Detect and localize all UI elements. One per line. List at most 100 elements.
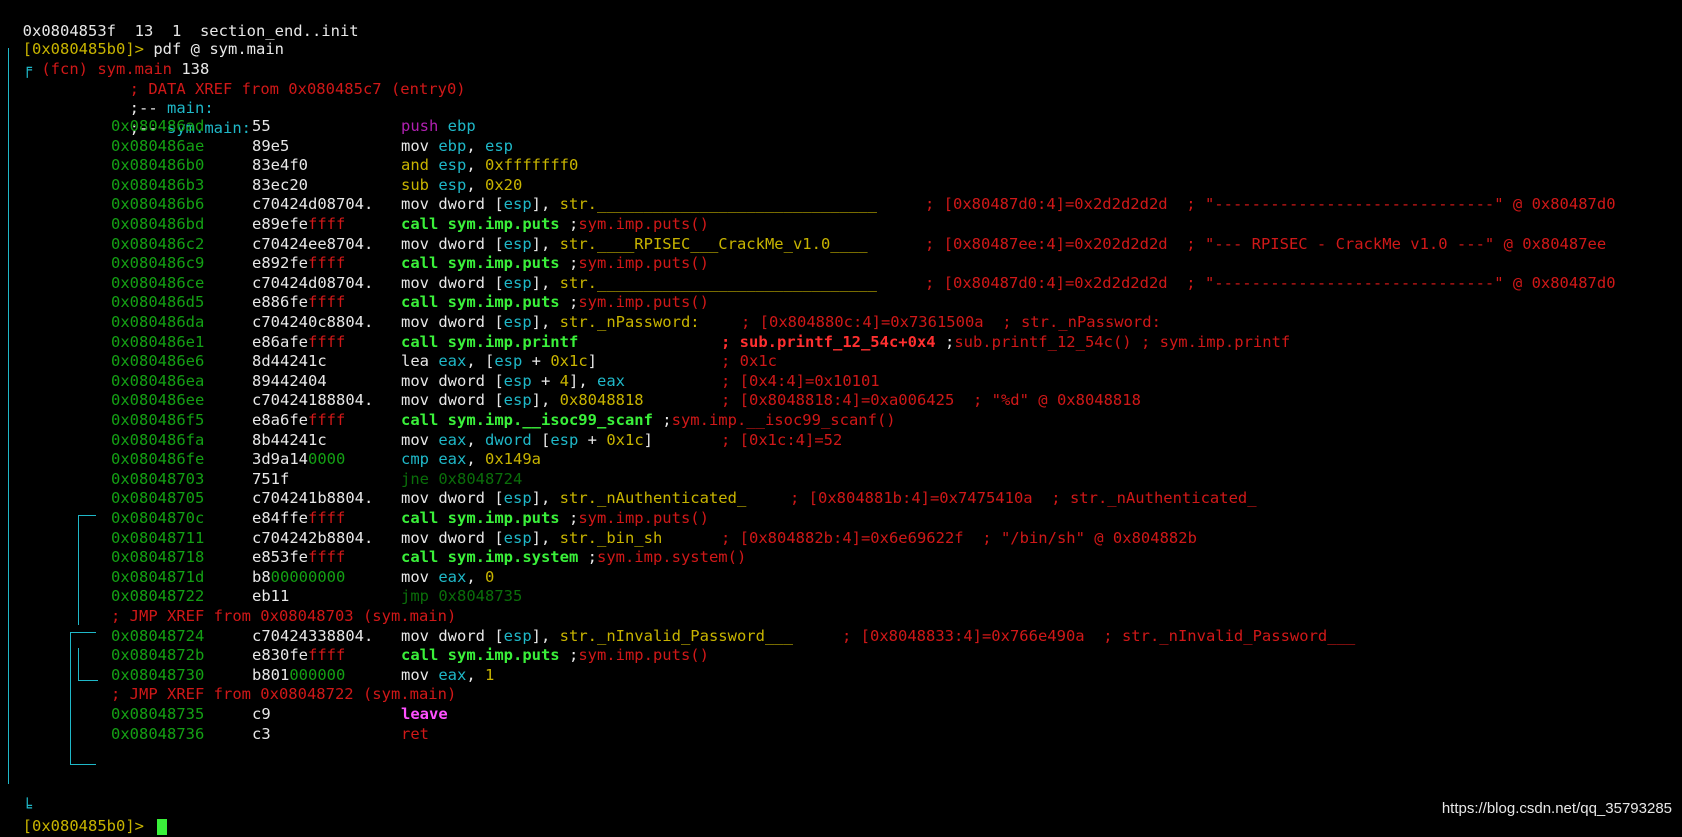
instruction-text: push ebp: [401, 116, 476, 137]
instruction-text: jmp 0x8048735: [401, 586, 522, 607]
bytes-head: e84ffe: [252, 509, 308, 527]
instruction-token: esp: [503, 391, 532, 410]
instruction-token: eax: [438, 352, 467, 371]
instruction-token: ,: [466, 430, 485, 449]
instruction-token: sym.imp.system(): [596, 548, 747, 567]
bytes-head: 89442404: [252, 371, 327, 390]
instruction-token: str._nInvalid_Password___: [559, 626, 793, 645]
instruction-token: sym.imp.puts(): [578, 215, 709, 233]
instruction-token: ;: [559, 646, 579, 665]
instruction-token: leave: [401, 705, 448, 723]
instruction-address: 0x080486fe: [111, 450, 205, 469]
instruction-comment: ; [0x8048833:4]=0x766e490a ; str._nInval…: [842, 626, 1355, 647]
instruction-token: sym.imp.puts(): [578, 254, 709, 273]
instruction-text: mov dword [esp + 4], eax: [401, 371, 625, 392]
instruction-comment: ; sub.printf_12_54c+0x4 ;sub.printf_12_5…: [721, 332, 1290, 353]
instruction-address: 0x080486ea: [111, 371, 205, 390]
instruction-token: call sym.imp.system: [401, 548, 579, 567]
instruction-bytes: 83ec20: [252, 175, 308, 196]
instruction-token: eax: [597, 371, 625, 390]
instruction-token: ],: [531, 626, 560, 645]
instruction-bytes: e86afeffff: [252, 332, 345, 353]
instruction-bytes: 83e4f0: [252, 155, 308, 176]
instruction-address: 0x08048730: [111, 665, 205, 684]
instruction-token: push: [401, 117, 439, 135]
instruction-token: eax: [438, 430, 467, 449]
comment-token: ; [0x80487d0:4]=0x2d2d2d2d ; "----------…: [925, 195, 1616, 214]
instruction-token: ,: [466, 450, 485, 469]
instruction-token: ,: [466, 175, 485, 194]
instruction-token: mov: [401, 665, 439, 684]
bytes-head: 83e4f0: [252, 156, 308, 175]
instruction-token: ],: [569, 371, 597, 390]
instruction-token: jmp 0x8048735: [401, 587, 523, 606]
instruction-token: ]: [643, 430, 654, 449]
instruction-bytes: 89e5: [252, 136, 289, 157]
instruction-comment: ; 0x1c: [721, 351, 777, 372]
instruction-bytes: c70424ee8704.: [252, 234, 373, 255]
instruction-token: mov dword [: [401, 195, 504, 214]
instruction-token: call sym.imp.puts: [401, 293, 560, 312]
instruction-token: str._bin_sh: [559, 528, 663, 547]
instruction-token: str.: [559, 273, 597, 292]
instruction-token: 0x20: [485, 175, 523, 194]
instruction-token: sym.imp.puts(): [578, 509, 709, 527]
label-sym-main: ;-- sym.main:: [111, 97, 251, 137]
instruction-bytes: e8a6feffff: [252, 410, 345, 431]
bytes-head: c704240c8804.: [252, 313, 374, 331]
instruction-token: mov dword [: [401, 313, 504, 331]
instruction-bytes: 3d9a140000: [252, 449, 345, 470]
instruction-text: lea eax, [esp + 0x1c]: [401, 351, 597, 372]
instruction-text: call sym.imp.system ;sym.imp.system(): [401, 547, 746, 568]
bytes-head: 8b44241c: [252, 430, 327, 449]
comment-token: sub.printf_12_54c() ; sym.imp.printf: [954, 332, 1291, 351]
instruction-token: ],: [531, 391, 560, 410]
instruction-address: 0x080486e1: [111, 332, 205, 351]
instruction-token: 4: [559, 371, 569, 390]
instruction-address: 0x080486bd: [111, 215, 205, 233]
terminal-cursor: [157, 818, 168, 835]
instruction-token: ],: [531, 489, 560, 508]
instruction-text: call sym.imp.puts ;sym.imp.puts(): [401, 508, 709, 529]
instruction-bytes: 89442404: [252, 371, 327, 392]
instruction-text: leave: [401, 704, 448, 725]
instruction-bytes: e84ffeffff: [252, 508, 345, 529]
instruction-token: mov dword [: [401, 528, 504, 547]
instruction-address: 0x080486ad: [111, 117, 205, 135]
instruction-text: call sym.imp.puts ;sym.imp.puts(): [401, 292, 709, 313]
instruction-text: sub esp, 0x20: [401, 175, 522, 196]
instruction-token: 0x1c: [550, 352, 588, 371]
instruction-bytes: 55: [252, 116, 271, 137]
instruction-address: 0x08048724: [111, 626, 205, 645]
instruction-bytes: 8b44241c: [252, 430, 327, 451]
comment-token: ; [0x80487ee:4]=0x202d2d2d ; "--- RPISEC…: [925, 234, 1607, 253]
comment-token: ; sub.printf_12_54c+0x4: [721, 332, 936, 351]
instruction-token: 0x1c: [606, 430, 644, 449]
bytes-tail: ffff: [308, 411, 346, 429]
bytes-tail: ffff: [308, 254, 346, 273]
instruction-text: mov dword [esp], str.___________________…: [401, 194, 877, 215]
command-input[interactable]: [144, 817, 153, 835]
instruction-comment: ; [0x80487d0:4]=0x2d2d2d2d ; "----------…: [925, 194, 1616, 215]
bytes-tail: ffff: [308, 548, 346, 567]
bytes-head: e853fe: [252, 548, 308, 567]
instruction-comment: ; [0x8048818:4]=0xa006425 ; "%d" @ 0x804…: [721, 390, 1141, 411]
instruction-token: ,: [466, 136, 485, 155]
bytes-head: b801: [252, 665, 290, 684]
instruction-text: jne 0x8048724: [401, 469, 522, 490]
instruction-bytes: c3: [252, 724, 271, 745]
instruction-bytes: 8d44241c: [252, 351, 327, 372]
jump-line-inner: [70, 632, 71, 764]
instruction-bytes: c70424188804.: [252, 390, 373, 411]
bytes-head: e89efe: [252, 215, 308, 233]
instruction-token: 0: [485, 567, 495, 586]
instruction-address: 0x0804870c: [111, 509, 205, 527]
comment-token: ; 0x1c: [721, 352, 777, 371]
bytes-head: 8d44241c: [252, 352, 327, 371]
instruction-token: ;: [578, 548, 597, 567]
instruction-comment: ; [0x4:4]=0x10101: [721, 371, 880, 392]
instruction-address: 0x08048718: [111, 548, 205, 567]
instruction-address: 0x080486ce: [111, 273, 205, 292]
instruction-text: mov eax, 0: [401, 567, 494, 588]
instruction-text: mov dword [esp], str._nInvalid_Password_…: [401, 626, 793, 647]
